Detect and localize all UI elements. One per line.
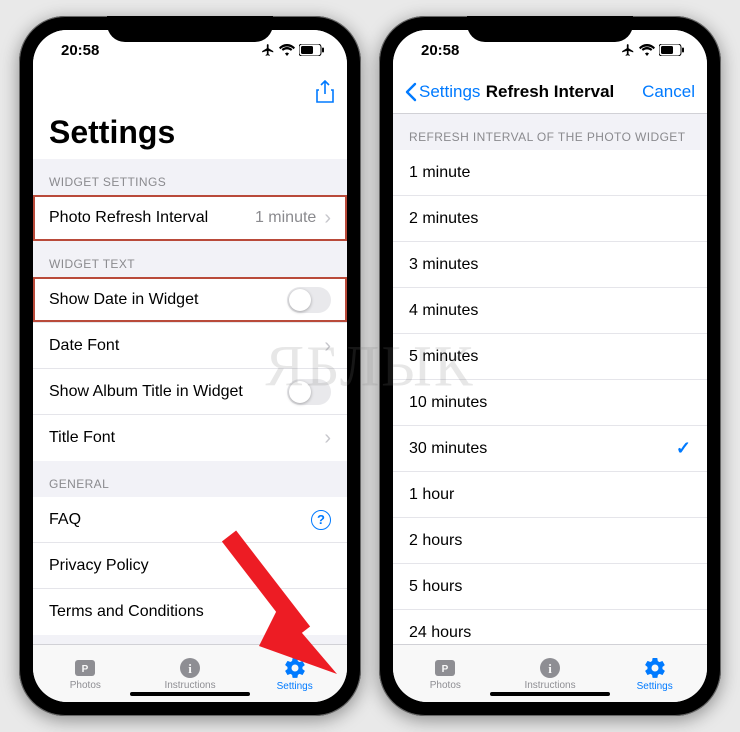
cell-value: 1 minute [255, 209, 316, 227]
wifi-icon [639, 44, 655, 56]
cell-label: Title Font [49, 429, 324, 447]
option-label: 24 hours [409, 624, 691, 642]
svg-text:i: i [188, 661, 192, 676]
tab-label: Photos [430, 680, 461, 691]
settings-content[interactable]: WIDGET SETTINGSPhoto Refresh Interval1 m… [33, 159, 347, 644]
row-terms[interactable]: Terms and Conditions [33, 589, 347, 635]
status-time: 20:58 [61, 42, 99, 59]
option-label: 5 minutes [409, 348, 691, 366]
airplane-icon [261, 43, 275, 57]
group-header: WIDGET TEXT [33, 241, 347, 277]
cell-label: Date Font [49, 337, 324, 355]
row-privacy[interactable]: Privacy Policy [33, 543, 347, 589]
screen-right: 20:58 Settings Refresh Interval Cancel R… [393, 30, 707, 702]
home-indicator [490, 692, 610, 696]
option-label: 4 minutes [409, 302, 691, 320]
chevron-right-icon: › [324, 208, 331, 228]
battery-icon [659, 44, 685, 56]
home-indicator [130, 692, 250, 696]
svg-text:P: P [82, 664, 89, 675]
page-title: Settings [33, 114, 347, 159]
tab-photos[interactable]: P Photos [33, 645, 138, 702]
chevron-left-icon [405, 82, 417, 102]
cell-label: Show Date in Widget [49, 291, 287, 309]
option-label: 5 hours [409, 578, 691, 596]
back-label: Settings [419, 82, 480, 102]
opt-24-hours[interactable]: 24 hours [393, 610, 707, 644]
row-date-font[interactable]: Date Font› [33, 323, 347, 369]
tab-label: Instructions [164, 680, 215, 691]
notch [107, 16, 273, 42]
chevron-right-icon: › [324, 428, 331, 448]
row-show-album-title[interactable]: Show Album Title in Widget [33, 369, 347, 415]
group-header: GENERAL [33, 461, 347, 497]
cell-label: Show Album Title in Widget [49, 383, 287, 401]
interval-content[interactable]: REFRESH INTERVAL OF THE PHOTO WIDGET 1 mi… [393, 114, 707, 644]
share-icon [315, 80, 335, 104]
cell-label: Photo Refresh Interval [49, 209, 255, 227]
option-label: 2 hours [409, 532, 691, 550]
tab-label: Instructions [524, 680, 575, 691]
option-label: 1 hour [409, 486, 691, 504]
cancel-button[interactable]: Cancel [625, 82, 695, 102]
info-icon: i [179, 657, 201, 679]
checkmark-icon: ✓ [676, 438, 691, 459]
airplane-icon [621, 43, 635, 57]
photos-icon: P [73, 657, 97, 679]
group-header: REFRESH INTERVAL OF THE PHOTO WIDGET [393, 114, 707, 150]
notch [467, 16, 633, 42]
tab-label: Photos [70, 680, 101, 691]
phone-right: 20:58 Settings Refresh Interval Cancel R… [379, 16, 721, 716]
help-icon[interactable]: ? [311, 510, 331, 530]
tab-settings[interactable]: Settings [242, 645, 347, 702]
svg-text:i: i [548, 661, 552, 676]
option-label: 1 minute [409, 164, 691, 182]
opt-2-minutes[interactable]: 2 minutes [393, 196, 707, 242]
tab-label: Settings [277, 681, 313, 692]
wifi-icon [279, 44, 295, 56]
group-header: WIDGET SETTINGS [33, 159, 347, 195]
opt-30-minutes[interactable]: 30 minutes✓ [393, 426, 707, 472]
screen-left: 20:58 Settings WIDGET SETTINGSPhoto Refr… [33, 30, 347, 702]
opt-10-minutes[interactable]: 10 minutes [393, 380, 707, 426]
tab-photos[interactable]: P Photos [393, 645, 498, 702]
nav-bar-left [33, 70, 347, 114]
opt-3-minutes[interactable]: 3 minutes [393, 242, 707, 288]
photos-icon: P [433, 657, 457, 679]
toggle-switch[interactable] [287, 287, 331, 313]
opt-5-hours[interactable]: 5 hours [393, 564, 707, 610]
share-button[interactable] [265, 80, 335, 104]
option-label: 2 minutes [409, 210, 691, 228]
tab-label: Settings [637, 681, 673, 692]
cell-label: FAQ [49, 511, 311, 529]
chevron-right-icon: › [324, 336, 331, 356]
info-icon: i [539, 657, 561, 679]
option-label: 3 minutes [409, 256, 691, 274]
status-time: 20:58 [421, 42, 459, 59]
gear-icon [283, 656, 307, 680]
row-photo-refresh-interval[interactable]: Photo Refresh Interval1 minute › [33, 195, 347, 241]
row-faq[interactable]: FAQ? [33, 497, 347, 543]
opt-1-hour[interactable]: 1 hour [393, 472, 707, 518]
status-indicators [261, 43, 325, 57]
opt-5-minutes[interactable]: 5 minutes [393, 334, 707, 380]
cell-label: Privacy Policy [49, 557, 331, 575]
gear-icon [643, 656, 667, 680]
opt-2-hours[interactable]: 2 hours [393, 518, 707, 564]
row-show-date[interactable]: Show Date in Widget [33, 277, 347, 323]
option-label: 10 minutes [409, 394, 691, 412]
cell-label: Terms and Conditions [49, 603, 331, 621]
opt-4-minutes[interactable]: 4 minutes [393, 288, 707, 334]
option-label: 30 minutes [409, 440, 676, 458]
opt-1-minute[interactable]: 1 minute [393, 150, 707, 196]
toggle-switch[interactable] [287, 379, 331, 405]
nav-bar-right: Settings Refresh Interval Cancel [393, 70, 707, 114]
phone-left: 20:58 Settings WIDGET SETTINGSPhoto Refr… [19, 16, 361, 716]
row-title-font[interactable]: Title Font› [33, 415, 347, 461]
status-indicators [621, 43, 685, 57]
back-button[interactable]: Settings [405, 82, 480, 102]
tab-settings[interactable]: Settings [602, 645, 707, 702]
battery-icon [299, 44, 325, 56]
svg-text:P: P [442, 664, 449, 675]
